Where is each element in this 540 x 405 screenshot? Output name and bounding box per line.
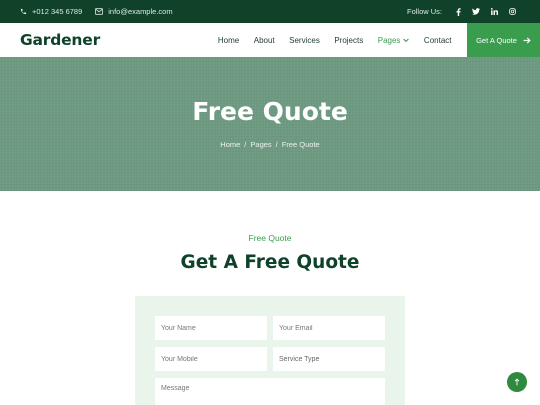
nav-item-home[interactable]: Home bbox=[218, 36, 239, 45]
envelope-icon bbox=[95, 8, 104, 15]
nav-item-pages[interactable]: Pages bbox=[378, 36, 410, 45]
breadcrumb-home[interactable]: Home bbox=[220, 140, 240, 149]
twitter-icon[interactable] bbox=[468, 4, 484, 20]
breadcrumb-pages[interactable]: Pages bbox=[250, 140, 271, 149]
facebook-icon[interactable] bbox=[450, 4, 466, 20]
brand-logo[interactable]: Gardener bbox=[20, 31, 100, 49]
get-a-quote-button[interactable]: Get A Quote bbox=[467, 23, 540, 57]
main-nav: Home About Services Projects Pages Conta… bbox=[218, 23, 540, 57]
chevron-down-icon bbox=[403, 38, 410, 42]
phone-number: +012 345 6789 bbox=[32, 7, 83, 16]
arrow-up-icon bbox=[514, 378, 520, 386]
page-title: Free Quote bbox=[192, 97, 348, 126]
section-title: Get A Free Quote bbox=[180, 252, 360, 273]
service-type-placeholder: Service Type bbox=[279, 355, 320, 363]
nav-item-projects[interactable]: Projects bbox=[334, 36, 363, 45]
email-address: info@example.com bbox=[108, 7, 173, 16]
nav-item-label: About bbox=[253, 35, 275, 45]
service-type-select[interactable]: Service Type bbox=[273, 347, 385, 371]
back-to-top-button[interactable] bbox=[507, 372, 527, 392]
instagram-icon[interactable] bbox=[504, 4, 520, 20]
nav-item-services[interactable]: Services bbox=[289, 36, 320, 45]
phone-icon bbox=[20, 8, 27, 15]
breadcrumb: Home / Pages / Free Quote bbox=[0, 140, 540, 149]
page-header: Free Quote Home / Pages / Free Quote bbox=[0, 57, 540, 191]
nav-item-label: Services bbox=[289, 35, 320, 45]
section-eyebrow: Free Quote bbox=[248, 233, 292, 243]
nav-item-contact[interactable]: Contact bbox=[424, 36, 452, 45]
quote-form: Service Type bbox=[135, 296, 405, 405]
nav-item-about[interactable]: About bbox=[254, 36, 275, 45]
topbar-email[interactable]: info@example.com bbox=[95, 7, 173, 16]
breadcrumb-separator: / bbox=[244, 140, 247, 149]
name-input[interactable] bbox=[155, 316, 267, 340]
arrow-right-icon bbox=[523, 37, 531, 43]
topbar: +012 345 6789 info@example.com Follow Us… bbox=[0, 0, 540, 23]
navbar: Gardener Home About Services Projects Pa… bbox=[0, 23, 540, 57]
nav-item-label: Pages bbox=[377, 35, 401, 45]
social-links: Follow Us: bbox=[407, 4, 520, 20]
message-textarea[interactable] bbox=[155, 378, 385, 405]
follow-label: Follow Us: bbox=[406, 7, 442, 16]
linkedin-icon[interactable] bbox=[486, 4, 502, 20]
topbar-contact: +012 345 6789 info@example.com bbox=[20, 7, 186, 16]
topbar-phone[interactable]: +012 345 6789 bbox=[20, 7, 82, 16]
email-input[interactable] bbox=[273, 316, 385, 340]
breadcrumb-current: Free Quote bbox=[281, 140, 320, 149]
nav-item-label: Projects bbox=[334, 35, 364, 45]
breadcrumb-separator: / bbox=[275, 140, 278, 149]
get-a-quote-label: Get A Quote bbox=[476, 35, 517, 45]
nav-item-label: Home bbox=[217, 35, 240, 45]
nav-item-label: Contact bbox=[423, 35, 452, 45]
mobile-input[interactable] bbox=[155, 347, 267, 371]
